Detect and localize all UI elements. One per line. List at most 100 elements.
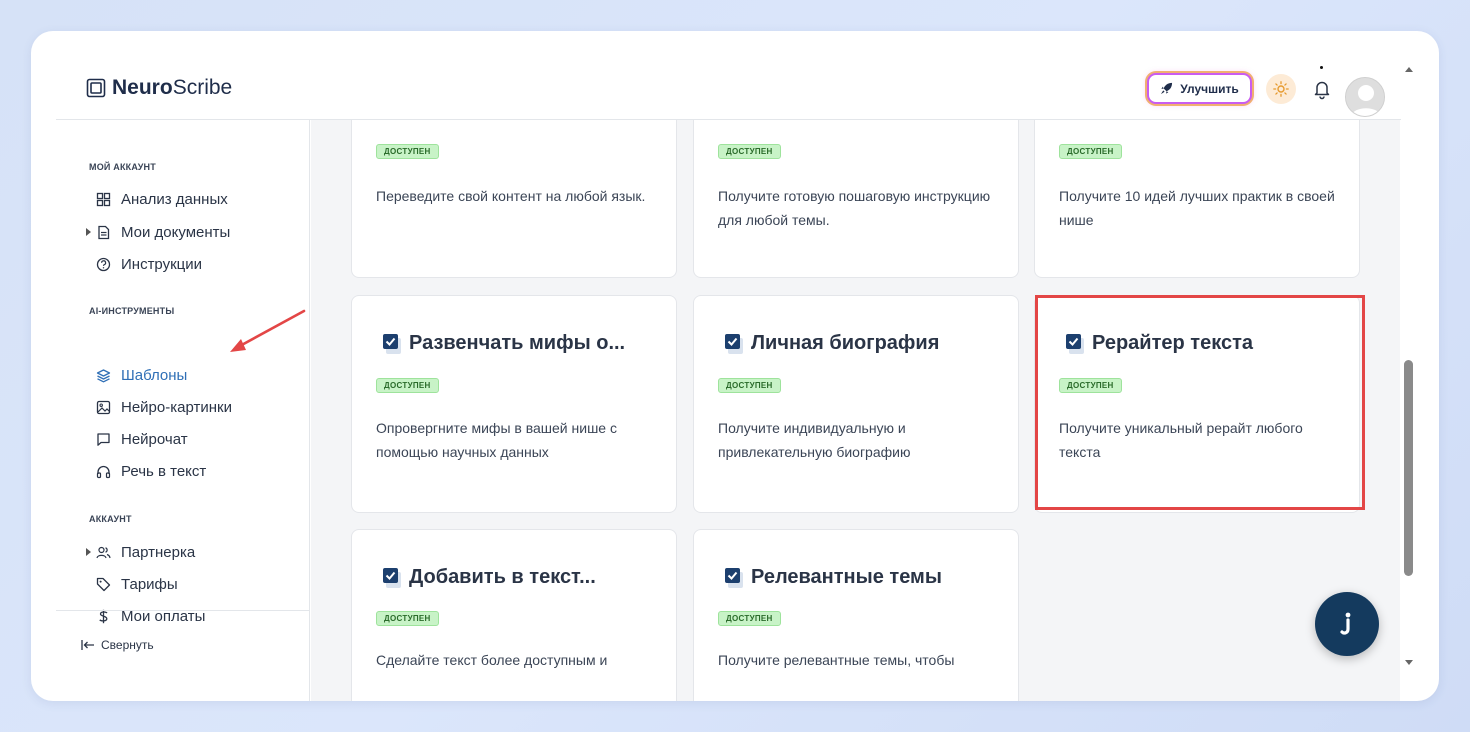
avatar[interactable]: [1345, 77, 1385, 117]
sidebar-item-label: Речь в текст: [121, 462, 207, 480]
checkbox-icon: [383, 567, 401, 588]
sidebar-item-label: Нейро-картинки: [121, 398, 232, 416]
sidebar-item-instructions[interactable]: Инструкции: [96, 253, 202, 275]
checkbox-icon: [383, 333, 401, 354]
status-badge: ДОСТУПЕН: [718, 378, 781, 393]
grid-icon: [96, 192, 111, 206]
status-badge: ДОСТУПЕН: [376, 144, 439, 159]
user-avatar-icon: [1346, 78, 1384, 116]
card-title: Рерайтер текста: [1065, 332, 1253, 355]
card-description: Переведите свой контент на любой язык.: [376, 188, 646, 204]
sun-icon: [1273, 81, 1289, 97]
card-title-text: Релевантные темы: [751, 566, 942, 588]
sidebar-item-label: Шаблоны: [121, 366, 188, 384]
chat-widget-icon: [1340, 612, 1351, 635]
template-card[interactable]: Релевантные темы ДОСТУПЕН Получите релев…: [693, 529, 1019, 701]
image-icon: [96, 400, 111, 414]
status-badge: ДОСТУПЕН: [1059, 144, 1122, 159]
brand-name-regular: Scribe: [172, 76, 233, 99]
app-window: Neuro Scribe Улучшить МОЙ АККАУНТ Анализ…: [31, 31, 1439, 701]
card-title: Добавить в текст...: [382, 566, 596, 589]
collapse-arrow-icon: [81, 640, 94, 650]
status-badge: ДОСТУПЕН: [376, 611, 439, 626]
status-badge: ДОСТУПЕН: [376, 378, 439, 393]
chat-icon: [97, 432, 110, 446]
template-card[interactable]: ДОСТУПЕН Переведите свой контент на любо…: [351, 120, 677, 278]
sidebar-divider: [56, 610, 310, 611]
card-title: Релевантные темы: [724, 566, 942, 589]
brand-logo[interactable]: Neuro Scribe: [86, 76, 232, 100]
sidebar-item-label: Партнерка: [121, 543, 196, 561]
template-card-rewriter[interactable]: Рерайтер текста ДОСТУПЕН Получите уникал…: [1034, 295, 1360, 513]
users-icon: [96, 546, 111, 558]
support-chat-button[interactable]: [1315, 592, 1379, 656]
scrollbar[interactable]: [1401, 57, 1417, 677]
checkbox-icon: [1066, 333, 1084, 354]
collapse-label: Свернуть: [101, 638, 154, 652]
sidebar-item-data-analysis[interactable]: Анализ данных: [96, 188, 228, 210]
sidebar-item-label: Нейрочат: [121, 430, 188, 448]
sidebar-item-label: Тарифы: [121, 575, 178, 593]
scroll-down-icon[interactable]: [1405, 660, 1413, 665]
annotation-arrow: [230, 309, 306, 352]
card-description: Опровергните мифы в вашей нише с помощью…: [376, 420, 617, 460]
headphones-icon: [96, 465, 111, 478]
bell-icon[interactable]: [1311, 78, 1333, 100]
sidebar-item-my-payments[interactable]: Мои оплаты: [96, 605, 205, 627]
card-description: Получите уникальный рерайт любого текста: [1059, 420, 1303, 460]
upgrade-button[interactable]: Улучшить: [1147, 73, 1252, 104]
sidebar-item-templates[interactable]: Шаблоны: [96, 364, 187, 386]
card-title: Развенчать мифы о...: [382, 332, 625, 355]
template-card[interactable]: Развенчать мифы о... ДОСТУПЕН Опровергни…: [351, 295, 677, 513]
rocket-icon: [1161, 82, 1173, 95]
expand-caret-icon[interactable]: [86, 548, 91, 556]
theme-toggle-button[interactable]: [1266, 74, 1296, 104]
card-title-text: Рерайтер текста: [1092, 332, 1253, 354]
scroll-thumb[interactable]: [1404, 360, 1413, 576]
logo-icon: [86, 78, 106, 98]
status-badge: ДОСТУПЕН: [1059, 378, 1122, 393]
collapse-sidebar-button[interactable]: Свернуть: [81, 638, 154, 652]
status-badge: ДОСТУПЕН: [718, 144, 781, 159]
card-description: Получите индивидуальную и привлекательну…: [718, 420, 911, 460]
sidebar-item-label: Анализ данных: [121, 190, 228, 208]
status-badge: ДОСТУПЕН: [718, 611, 781, 626]
tag-icon: [96, 577, 111, 591]
card-description: Получите 10 идей лучших практик в своей …: [1059, 188, 1335, 228]
sidebar: МОЙ АККАУНТ Анализ данных Мои документы: [56, 120, 310, 701]
checkbox-icon: [725, 333, 743, 354]
templates-grid: ДОСТУПЕН Переведите свой контент на любо…: [311, 120, 1400, 701]
sidebar-item-partner[interactable]: Партнерка: [86, 541, 196, 563]
sidebar-item-my-documents[interactable]: Мои документы: [86, 221, 231, 243]
notification-dot: [1320, 66, 1323, 69]
layers-icon: [96, 368, 111, 383]
sidebar-item-label: Мои документы: [121, 223, 231, 241]
document-icon: [98, 225, 110, 239]
top-header: Neuro Scribe Улучшить: [56, 31, 1401, 120]
card-title-text: Развенчать мифы о...: [409, 332, 626, 354]
card-description: Получите готовую пошаговую инструкцию дл…: [718, 188, 991, 228]
upgrade-label: Улучшить: [1180, 81, 1239, 96]
checkbox-icon: [725, 567, 743, 588]
section-title-ai-tools: AI-ИНСТРУМЕНТЫ: [89, 306, 175, 316]
sidebar-item-neuro-images[interactable]: Нейро-картинки: [96, 396, 232, 418]
template-card[interactable]: Добавить в текст... ДОСТУПЕН Сделайте те…: [351, 529, 677, 701]
section-title-account: АККАУНТ: [89, 514, 132, 524]
brand-name-bold: Neuro: [112, 76, 173, 99]
sidebar-item-label: Инструкции: [121, 255, 203, 273]
sidebar-item-neurochat[interactable]: Нейрочат: [96, 428, 188, 450]
expand-caret-icon[interactable]: [86, 228, 91, 236]
card-title-text: Личная биография: [751, 332, 940, 354]
card-description: Сделайте текст более доступным и: [376, 652, 608, 668]
sidebar-item-tariffs[interactable]: Тарифы: [96, 573, 178, 595]
template-card[interactable]: Личная биография ДОСТУПЕН Получите индив…: [693, 295, 1019, 513]
help-circle-icon: [96, 257, 111, 271]
template-card[interactable]: ДОСТУПЕН Получите 10 идей лучших практик…: [1034, 120, 1360, 278]
card-title-text: Добавить в текст...: [409, 566, 596, 588]
template-card[interactable]: ДОСТУПЕН Получите готовую пошаговую инст…: [693, 120, 1019, 278]
card-description: Получите релевантные темы, чтобы: [718, 652, 955, 668]
sidebar-item-speech-to-text[interactable]: Речь в текст: [96, 460, 206, 482]
section-title-my-account: МОЙ АККАУНТ: [89, 162, 156, 172]
card-title: Личная биография: [724, 332, 939, 355]
scroll-up-icon[interactable]: [1405, 67, 1413, 72]
